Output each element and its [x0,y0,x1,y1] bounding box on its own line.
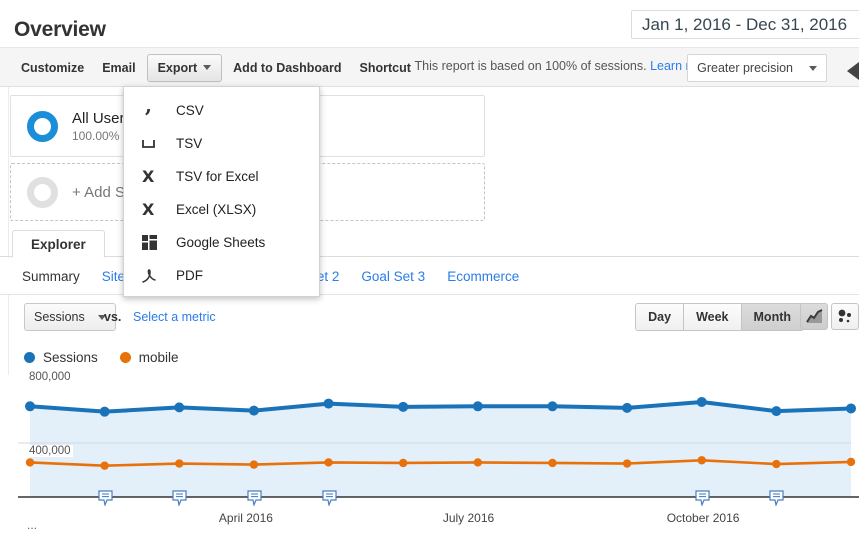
annotation-marker-icon[interactable] [769,490,784,508]
chart-controls-row: Sessions vs. Select a metric Day Week Mo… [0,296,859,340]
email-button[interactable]: Email [93,56,144,80]
tab-icon [138,138,160,150]
legend-item-sessions[interactable]: Sessions [24,350,98,365]
precision-select-value: Greater precision [697,61,793,75]
export-option-label: Excel (XLSX) [176,202,257,217]
granularity-week[interactable]: Week [684,304,742,330]
segment-donut-icon [27,110,58,142]
subtab-ecommerce[interactable]: Ecommerce [447,269,519,284]
export-option-pdf[interactable]: PDF [124,259,319,292]
svg-text:,: , [145,103,152,117]
date-range-picker[interactable]: Jan 1, 2016 - Dec 31, 2016 [631,10,859,39]
x-axis-tick-april: April 2016 [218,511,273,525]
export-option-csv[interactable]: , CSV [124,94,319,127]
svg-text:X: X [142,168,155,185]
excel-icon: X [138,168,160,185]
granularity-month[interactable]: Month [741,304,803,330]
chevron-down-icon [809,65,817,71]
export-option-label: TSV [176,136,203,151]
x-axis-tick-october: October 2016 [666,511,740,525]
chevron-down-icon [203,65,212,70]
granularity-toggle-group: Day Week Month [635,303,804,331]
export-dropdown-menu[interactable]: , CSV TSV X TSV for Excel X Excel (XLSX) [123,86,320,297]
export-option-excel-xlsx[interactable]: X Excel (XLSX) [124,193,319,226]
y-axis-tick-800000: 800,000 [27,371,73,383]
title-bar: Overview Jan 1, 2016 - Dec 31, 2016 [0,0,859,48]
legend-dot-sessions [24,352,35,363]
svg-text:X: X [142,201,155,218]
subtab-goal-set-3[interactable]: Goal Set 3 [361,269,425,284]
timeline-chart[interactable]: 800,000 400,000 ... April 2016 July 2016… [0,371,859,536]
metric-select-value: Sessions [34,310,85,324]
export-option-label: Google Sheets [176,235,266,250]
sampling-text: This report is based on 100% of sessions… [414,59,647,73]
granularity-day[interactable]: Day [636,304,685,330]
export-option-tsv[interactable]: TSV [124,127,319,160]
customize-button[interactable]: Customize [12,56,93,80]
metric-select[interactable]: Sessions [24,303,116,331]
add-segment-donut-icon [27,176,58,208]
page-title: Overview [14,18,106,41]
motion-chart-icon[interactable] [831,303,859,330]
legend-dot-mobile [119,352,131,363]
export-option-google-sheets[interactable]: Google Sheets [124,226,319,259]
annotation-marker-icon[interactable] [98,490,113,508]
annotation-marker-icon[interactable] [172,490,187,508]
chart-legend: Sessions mobile [24,350,179,365]
export-button[interactable]: Export [146,53,223,82]
precision-select[interactable]: Greater precision [687,54,827,82]
collapse-panel-arrow[interactable] [847,62,859,80]
chart-type-group [800,303,859,330]
add-to-dashboard-button[interactable]: Add to Dashboard [224,56,350,80]
x-axis-ellipsis: ... [27,518,38,532]
export-option-tsv-for-excel[interactable]: X TSV for Excel [124,160,319,193]
subtab-summary[interactable]: Summary [22,269,80,284]
excel-icon: X [138,201,160,218]
legend-label-sessions: Sessions [43,350,98,365]
y-axis-tick-400000: 400,000 [27,445,73,457]
action-toolbar-items: Customize Email Export Add to Dashboard … [12,48,420,87]
vs-label: vs. [104,310,122,324]
line-chart-icon[interactable] [800,303,828,330]
sampling-notice: This report is based on 100% of sessions… [415,59,715,73]
x-axis-tick-july: July 2016 [442,511,495,525]
action-toolbar: Customize Email Export Add to Dashboard … [0,48,859,87]
shortcut-button[interactable]: Shortcut [351,56,420,80]
select-a-metric-link[interactable]: Select a metric [133,310,216,324]
comma-icon: , [138,103,160,119]
legend-label-mobile: mobile [138,350,179,365]
export-button-label: Export [157,60,198,75]
annotation-marker-icon[interactable] [247,490,262,508]
export-option-label: CSV [176,103,204,118]
legend-item-mobile[interactable]: mobile [119,350,179,365]
analytics-overview-page: Overview Jan 1, 2016 - Dec 31, 2016 Cust… [0,0,859,536]
export-option-label: PDF [176,268,203,283]
tab-explorer[interactable]: Explorer [12,230,105,258]
annotation-marker-icon[interactable] [695,490,710,508]
export-option-label: TSV for Excel [176,169,259,184]
google-sheets-icon [138,235,160,250]
pdf-icon [138,268,160,284]
annotation-marker-icon[interactable] [321,490,337,508]
